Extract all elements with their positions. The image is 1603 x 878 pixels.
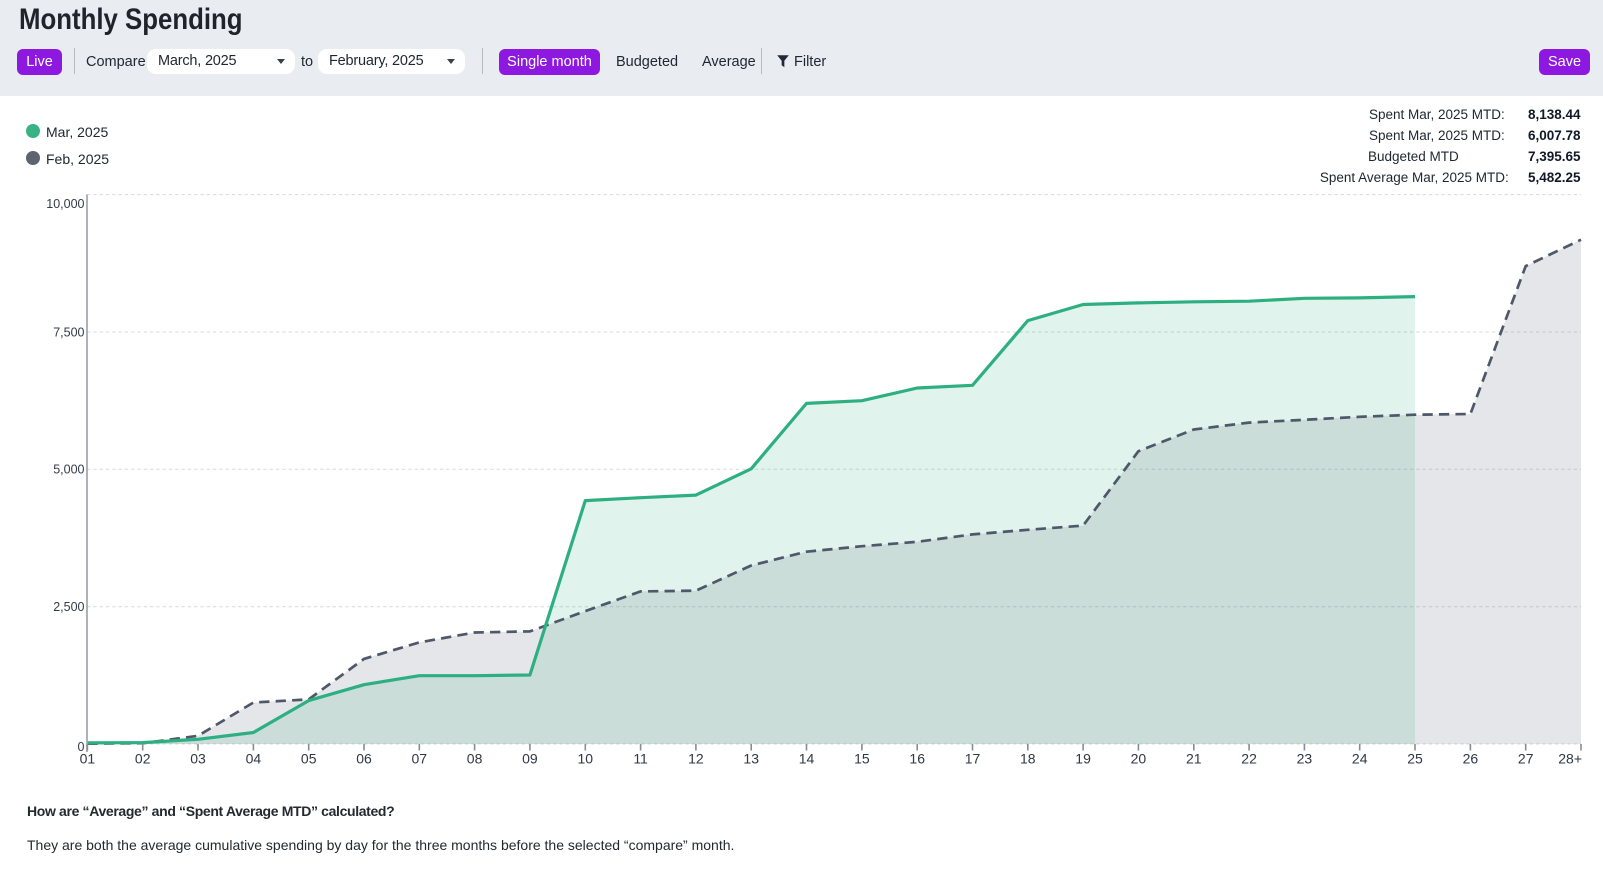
svg-text:12: 12 xyxy=(688,751,704,767)
svg-text:18: 18 xyxy=(1020,751,1036,767)
svg-text:05: 05 xyxy=(301,751,317,767)
svg-text:16: 16 xyxy=(909,751,925,767)
svg-text:15: 15 xyxy=(854,751,870,767)
svg-text:26: 26 xyxy=(1463,751,1479,767)
svg-text:22: 22 xyxy=(1241,751,1257,767)
svg-text:14: 14 xyxy=(799,751,815,767)
svg-text:23: 23 xyxy=(1297,751,1313,767)
svg-text:13: 13 xyxy=(743,751,759,767)
svg-text:24: 24 xyxy=(1352,751,1368,767)
svg-text:21: 21 xyxy=(1186,751,1202,767)
svg-text:02: 02 xyxy=(135,751,151,767)
svg-text:5,000: 5,000 xyxy=(53,463,84,477)
svg-text:25: 25 xyxy=(1407,751,1423,767)
svg-text:03: 03 xyxy=(190,751,206,767)
svg-text:11: 11 xyxy=(633,751,648,767)
svg-text:10,000: 10,000 xyxy=(46,197,84,211)
svg-text:06: 06 xyxy=(356,751,372,767)
svg-text:01: 01 xyxy=(80,751,96,767)
svg-text:7,500: 7,500 xyxy=(53,325,84,339)
svg-text:19: 19 xyxy=(1075,751,1091,767)
svg-text:17: 17 xyxy=(965,751,981,767)
svg-text:27: 27 xyxy=(1518,751,1534,767)
svg-text:10: 10 xyxy=(578,751,594,767)
svg-text:09: 09 xyxy=(522,751,538,767)
svg-text:07: 07 xyxy=(412,751,428,767)
svg-text:20: 20 xyxy=(1131,751,1147,767)
svg-text:2,500: 2,500 xyxy=(53,600,84,614)
svg-text:28+: 28+ xyxy=(1558,751,1582,767)
svg-text:04: 04 xyxy=(246,751,262,767)
svg-text:08: 08 xyxy=(467,751,483,767)
